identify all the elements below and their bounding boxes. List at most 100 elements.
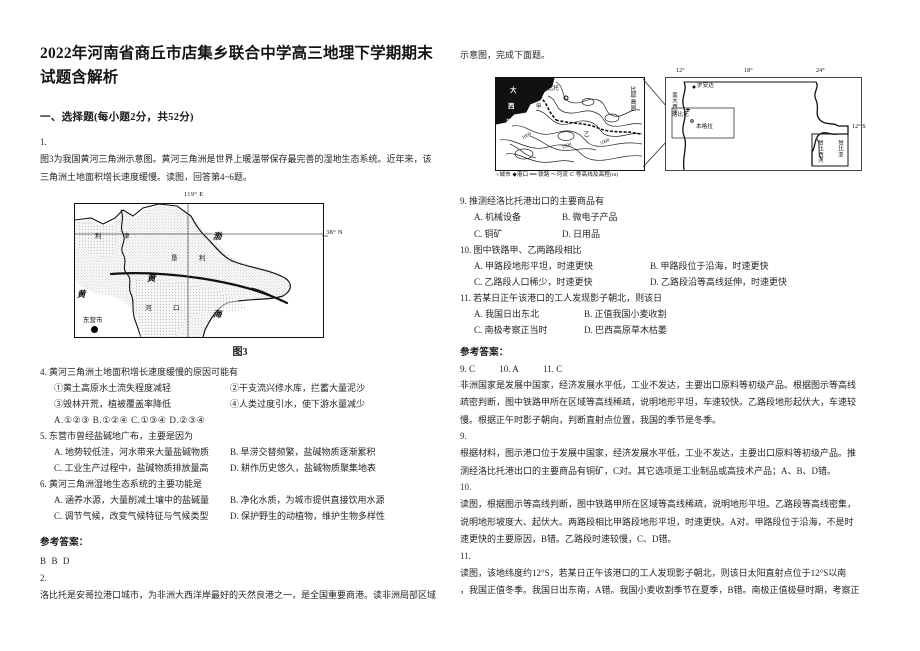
- map-label-sea: 海: [213, 309, 222, 320]
- question-5-option-row-2: C. 工业生产过程中，盐碱物质排放量高 D. 耕作历史悠久，盐碱物质聚集地表: [40, 460, 440, 476]
- map-label-li: 利: [199, 255, 206, 263]
- answer-key-10: 10. A: [499, 363, 519, 374]
- map-label-bohai-sea: 渤: [213, 231, 222, 242]
- question-5-option-a: A. 地势较低洼，河水带来大量盐碱物质: [54, 447, 210, 458]
- item-2-stem: 洛比托是安哥拉港口城市，为非洲大西洋岸最好的天然良港之一，是全国重要商港。读非洲…: [40, 590, 437, 601]
- question-4-sub-row-2: ③毁林开荒，植被覆盖率降低 ④人类过度引水，使下游水量减少: [40, 396, 440, 412]
- question-10-option-b: B. 甲路段位于沿海，时速更快: [650, 260, 769, 271]
- left-column: 2022年河南省商丘市店集乡联合中学高三地理下学期期末试题含解析 一、选择题(每…: [40, 0, 440, 606]
- question-10-option-c: C. 乙路段人口稀少，时速更快: [474, 276, 593, 287]
- question-10-option-d: D. 乙路段沿等高线延伸，时速更快: [650, 276, 788, 287]
- left-answers-heading: 参考答案：: [40, 538, 89, 549]
- question-6-option-row-1: A. 涵养水源，大量削减土壤中的盐碱量 B. 净化水质，为城市提供直接饮用水源: [40, 492, 440, 508]
- question-9-option-b: B. 微电子产品: [562, 212, 618, 223]
- answer-key-9: 9. C: [460, 363, 476, 374]
- item-2-number: 2.: [40, 573, 47, 584]
- question-11-option-c: C. 南极考察正当时: [474, 324, 548, 335]
- figure-angola: 大 西 洋 洛比托 甲 乙 比耶高原 1000 1500 1000 ○城市 ◆港…: [460, 67, 880, 185]
- label-railway-jia: 甲: [536, 104, 542, 111]
- overall-explanation-line-3: 慢。根据正午时影子朝向，判断直射点位置，我国的季节是冬季。: [460, 414, 722, 425]
- page-title: 2022年河南省商丘市店集乡联合中学高三地理下学期期末试题含解析: [40, 45, 433, 86]
- explanation-10-line-2: 说明地形坡度大、起伏大。两路段相比甲路段地形平坦，时速更快。A对。甲路段位于沿海…: [460, 516, 854, 527]
- question-11-option-d: D. 巴西高原草木枯萎: [584, 324, 667, 335]
- angola-overview-map: 12° 18° 24° 12° S 罗安达 南大西洋 洛比托 本格拉 赞比西河 …: [665, 67, 866, 172]
- angola-detail-map: 大 西 洋 洛比托 甲 乙 比耶高原 1000 1500 1000: [495, 77, 645, 172]
- question-11-stem: 11. 若某日正午该港口的工人发现影子朝北，则该日: [460, 292, 663, 303]
- label-lobito-detail: 洛比托: [542, 86, 559, 93]
- answer-key-11: 11. C: [543, 363, 563, 374]
- question-4-sub-3: ③毁林开荒，植被覆盖率降低: [54, 399, 172, 410]
- explanation-11-number: 11.: [460, 550, 471, 561]
- question-9-option-row-2: C. 铜矿 D. 日用品: [460, 226, 880, 242]
- question-6-option-d: D. 保护野生的动植物，维护生物多样性: [230, 511, 386, 522]
- delta-map-svg: [75, 204, 323, 338]
- label-benguela: 本格拉: [696, 124, 713, 131]
- right-column: 示意图，完成下面题。 大 西 洋 洛比托 甲 乙 比耶高原 1000 1500 …: [460, 0, 880, 601]
- map-label-yellow: 黄: [77, 289, 86, 300]
- question-5-option-c: C. 工业生产过程中，盐碱物质排放量高: [54, 463, 209, 474]
- question-5-option-d: D. 耕作历史悠久，盐碱物质聚集地表: [230, 463, 377, 474]
- label-railway-yi: 乙: [584, 132, 590, 139]
- question-6-option-row-2: C. 调节气候，改变气候特征与气候类型 D. 保护野生的动植物，维护生物多样性: [40, 508, 440, 524]
- item-1-stem-line-2: 三角洲土地面积增长速度缓慢。读图，回答第4~6题。: [40, 171, 252, 182]
- question-6-option-c: C. 调节气候，改变气候特征与气候类型: [54, 511, 209, 522]
- angola-detail-svg: [496, 78, 643, 164]
- lat-tick: [322, 235, 328, 237]
- map-legend: ○城市 ◆港口 ━━ 铁路 〜河流 ⊂ 等高线及高程(m): [496, 172, 619, 179]
- question-11-option-row-1: A. 我国日出东北 B. 正值我国小麦收割: [460, 306, 880, 322]
- question-4-sub-4: ④人类过度引水，使下游水量减少: [230, 399, 366, 410]
- explanation-11-line-2: ，我国正值冬季。我国日出东南，A错。我国小麦收割季节在夏季，B错。南极正值极昼时…: [460, 585, 860, 596]
- label-zambia: 赞比亚: [837, 140, 843, 158]
- question-11-option-row-2: C. 南极考察正当时 D. 巴西高原草木枯萎: [460, 322, 880, 338]
- tick-18-deg: 18°: [744, 67, 753, 75]
- explanation-9-line-1: 根据材料，图示港口位于发展中国家，经济发展水平低，工业不发达，主要出口原料等初级…: [460, 448, 857, 459]
- question-4-sub-row-1: ①黄土高原水土流失程度减轻 ②干支流兴修水库，拦蓄大量泥沙: [40, 380, 440, 396]
- explanation-10-number: 10.: [460, 482, 472, 493]
- label-zambezi-river: 赞比西河: [817, 140, 823, 164]
- inset-lead-lines: [643, 79, 667, 168]
- question-5-option-b: B. 旱涝交替频繁，盐碱物质逐渐累积: [230, 447, 376, 458]
- question-6-option-b: B. 净化水质，为城市提供直接饮用水源: [230, 495, 385, 506]
- map-label-lijin: 利: [95, 233, 102, 241]
- question-6-stem: 6. 黄河三角洲湿地生态系统的主要功能是: [40, 479, 203, 490]
- label-lobito-overview: 洛比托: [672, 112, 689, 119]
- question-4-options: A.①②③ B.①②④ C.①③④ D.②③④: [54, 415, 206, 426]
- explanation-9-number: 9.: [460, 431, 467, 442]
- question-9-option-row-1: A. 机械设备 B. 微电子产品: [460, 209, 880, 225]
- left-answers: B B D: [40, 556, 72, 567]
- question-10-option-row-2: C. 乙路段人口稀少，时速更快 D. 乙路段沿等高线延伸，时速更快: [460, 274, 880, 290]
- document-page: 2022年河南省商丘市店集乡联合中学高三地理下学期期末试题含解析 一、选择题(每…: [0, 0, 920, 651]
- longitude-label: 119° E: [184, 191, 204, 199]
- delta-map-frame: 利 津 垦 利 黄 渤 海 黄 河 口 东营市: [74, 203, 324, 339]
- explanation-11-line-1: 读图，该地纬度约12°S，若某日正午该港口的工人发现影子朝北，则该日太阳直射点位…: [460, 567, 847, 578]
- figure-3-caption: 图3: [232, 347, 248, 359]
- label-atlantic-yang: 洋: [506, 119, 513, 127]
- question-11-option-b: B. 正值我国小麦收割: [584, 308, 667, 319]
- question-11-option-a: A. 我国日出东北: [474, 308, 539, 319]
- question-10-stem: 10. 图中铁路甲、乙两路段相比: [460, 244, 582, 255]
- section-heading: 一、选择题(每小题2分，共52分): [40, 112, 194, 124]
- question-9-stem: 9. 推测经洛比托港出口的主要商品有: [460, 196, 605, 207]
- tick-12-s: 12° S: [852, 123, 866, 131]
- item-1-stem-line-1: 图3为我国黄河三角洲示意图。黄河三角洲是世界上暖温带保存最完善的湿地生态系统。近…: [40, 154, 432, 165]
- label-atlantic-da: 大: [510, 87, 517, 95]
- explanation-10-line-3: 速更快的主要原因，B错。乙路段时速较慢，C、D错。: [460, 534, 677, 545]
- question-6-option-a: A. 涵养水源，大量削减土壤中的盐碱量: [54, 495, 210, 506]
- overall-explanation-line-1: 非洲国家是发展中国家，经济发展水平低，工业不发达，主要出口原料等初级产品。根据图…: [460, 379, 857, 390]
- map-label-kou: 口: [173, 305, 180, 313]
- tick-24-deg: 24°: [816, 67, 825, 75]
- latitude-label: 38° N: [326, 229, 343, 237]
- label-luanda: 罗安达: [697, 83, 714, 90]
- question-4-sub-2: ②干支流兴修水库，拦蓄大量泥沙: [230, 383, 366, 394]
- right-answers-heading: 参考答案：: [460, 347, 509, 358]
- map-label-hekou: 河: [145, 305, 152, 313]
- right-answer-key: 9. C 10. A 11. C: [460, 364, 880, 374]
- label-atlantic-xi: 西: [508, 103, 515, 111]
- overall-explanation-line-2: 疏密判断，图中铁路甲所在区域等高线稀疏，说明地形平坦，车速较快。乙路段地形起伏大…: [460, 397, 857, 408]
- question-10-option-row-1: A. 甲路段地形平坦，时速更快 B. 甲路段位于沿海，时速更快: [460, 258, 880, 274]
- question-10-option-a: A. 甲路段地形平坦，时速更快: [474, 260, 594, 271]
- question-9-option-d: D. 日用品: [562, 228, 600, 239]
- question-4-sub-1: ①黄土高原水土流失程度减轻: [54, 383, 172, 394]
- map-label-yellow-river-1: 黄: [147, 273, 156, 284]
- question-4-stem: 4. 黄河三角洲土地面积增长速度缓慢的原因可能有: [40, 367, 239, 378]
